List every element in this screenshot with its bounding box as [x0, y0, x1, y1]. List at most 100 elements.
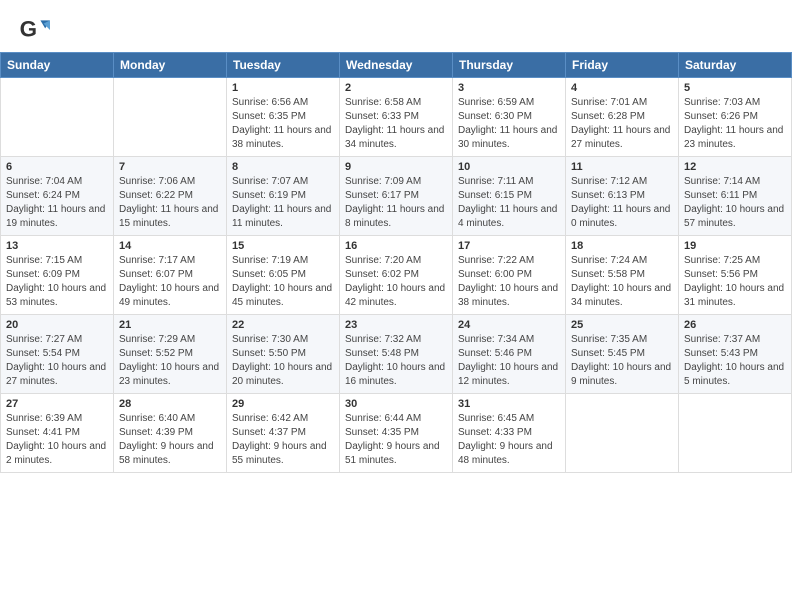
- calendar-day-cell: 30 Sunrise: 6:44 AM Sunset: 4:35 PM Dayli…: [340, 394, 453, 473]
- day-info: Sunrise: 7:01 AM Sunset: 6:28 PM Dayligh…: [571, 96, 673, 152]
- day-number: 13: [6, 240, 108, 252]
- weekday-header: Tuesday: [227, 53, 340, 78]
- day-info: Sunrise: 6:59 AM Sunset: 6:30 PM Dayligh…: [458, 96, 560, 152]
- day-number: 29: [232, 398, 334, 410]
- calendar-week-row: 20 Sunrise: 7:27 AM Sunset: 5:54 PM Dayli…: [1, 315, 792, 394]
- day-info: Sunrise: 7:30 AM Sunset: 5:50 PM Dayligh…: [232, 333, 334, 389]
- day-info: Sunrise: 6:42 AM Sunset: 4:37 PM Dayligh…: [232, 412, 334, 468]
- calendar-day-cell: 18 Sunrise: 7:24 AM Sunset: 5:58 PM Dayli…: [566, 236, 679, 315]
- day-info: Sunrise: 7:15 AM Sunset: 6:09 PM Dayligh…: [6, 254, 108, 310]
- day-info: Sunrise: 7:03 AM Sunset: 6:26 PM Dayligh…: [684, 96, 786, 152]
- day-number: 31: [458, 398, 560, 410]
- day-info: Sunrise: 6:40 AM Sunset: 4:39 PM Dayligh…: [119, 412, 221, 468]
- calendar-day-cell: 16 Sunrise: 7:20 AM Sunset: 6:02 PM Dayli…: [340, 236, 453, 315]
- day-info: Sunrise: 7:14 AM Sunset: 6:11 PM Dayligh…: [684, 175, 786, 231]
- calendar-day-cell: [114, 78, 227, 157]
- day-info: Sunrise: 6:45 AM Sunset: 4:33 PM Dayligh…: [458, 412, 560, 468]
- calendar-day-cell: 9 Sunrise: 7:09 AM Sunset: 6:17 PM Daylig…: [340, 157, 453, 236]
- calendar-day-cell: 17Sunrise: 7:22 AM Sunset: 6:00 PM Dayli…: [453, 236, 566, 315]
- day-info: Sunrise: 7:17 AM Sunset: 6:07 PM Dayligh…: [119, 254, 221, 310]
- day-number: 26: [684, 319, 786, 331]
- day-info: Sunrise: 7:29 AM Sunset: 5:52 PM Dayligh…: [119, 333, 221, 389]
- calendar-day-cell: [566, 394, 679, 473]
- day-number: 1: [232, 82, 334, 94]
- day-info: Sunrise: 7:20 AM Sunset: 6:02 PM Dayligh…: [345, 254, 447, 310]
- calendar-day-cell: 24 Sunrise: 7:34 AM Sunset: 5:46 PM Dayli…: [453, 315, 566, 394]
- weekday-header: Monday: [114, 53, 227, 78]
- calendar-week-row: 27Sunrise: 6:39 AM Sunset: 4:41 PM Dayli…: [1, 394, 792, 473]
- day-number: 12: [684, 161, 786, 173]
- calendar-day-cell: 22 Sunrise: 7:30 AM Sunset: 5:50 PM Dayli…: [227, 315, 340, 394]
- logo-icon: G: [18, 14, 50, 46]
- day-info: Sunrise: 7:12 AM Sunset: 6:13 PM Dayligh…: [571, 175, 673, 231]
- day-number: 4: [571, 82, 673, 94]
- day-number: 8: [232, 161, 334, 173]
- day-number: 17: [458, 240, 560, 252]
- calendar-day-cell: 8Sunrise: 7:07 AM Sunset: 6:19 PM Daylig…: [227, 157, 340, 236]
- day-info: Sunrise: 6:56 AM Sunset: 6:35 PM Dayligh…: [232, 96, 334, 152]
- day-info: Sunrise: 7:19 AM Sunset: 6:05 PM Dayligh…: [232, 254, 334, 310]
- day-number: 21: [119, 319, 221, 331]
- day-info: Sunrise: 7:09 AM Sunset: 6:17 PM Dayligh…: [345, 175, 447, 231]
- calendar-day-cell: 23 Sunrise: 7:32 AM Sunset: 5:48 PM Dayli…: [340, 315, 453, 394]
- day-number: 23: [345, 319, 447, 331]
- day-info: Sunrise: 7:32 AM Sunset: 5:48 PM Dayligh…: [345, 333, 447, 389]
- day-number: 18: [571, 240, 673, 252]
- logo: G: [18, 14, 54, 46]
- day-info: Sunrise: 7:11 AM Sunset: 6:15 PM Dayligh…: [458, 175, 560, 231]
- calendar-day-cell: 1 Sunrise: 6:56 AM Sunset: 6:35 PM Daylig…: [227, 78, 340, 157]
- calendar-day-cell: 13 Sunrise: 7:15 AM Sunset: 6:09 PM Dayli…: [1, 236, 114, 315]
- day-number: 9: [345, 161, 447, 173]
- weekday-header: Saturday: [679, 53, 792, 78]
- day-number: 30: [345, 398, 447, 410]
- calendar-day-cell: 3 Sunrise: 6:59 AM Sunset: 6:30 PM Daylig…: [453, 78, 566, 157]
- day-number: 19: [684, 240, 786, 252]
- day-info: Sunrise: 7:04 AM Sunset: 6:24 PM Dayligh…: [6, 175, 108, 231]
- calendar-table: SundayMondayTuesdayWednesdayThursdayFrid…: [0, 52, 792, 473]
- day-number: 25: [571, 319, 673, 331]
- day-number: 2: [345, 82, 447, 94]
- day-number: 6: [6, 161, 108, 173]
- day-number: 7: [119, 161, 221, 173]
- calendar-day-cell: 7 Sunrise: 7:06 AM Sunset: 6:22 PM Daylig…: [114, 157, 227, 236]
- svg-text:G: G: [20, 16, 37, 41]
- day-number: 10: [458, 161, 560, 173]
- weekday-header-row: SundayMondayTuesdayWednesdayThursdayFrid…: [1, 53, 792, 78]
- calendar-day-cell: 25Sunrise: 7:35 AM Sunset: 5:45 PM Dayli…: [566, 315, 679, 394]
- calendar-day-cell: 27Sunrise: 6:39 AM Sunset: 4:41 PM Dayli…: [1, 394, 114, 473]
- day-info: Sunrise: 6:44 AM Sunset: 4:35 PM Dayligh…: [345, 412, 447, 468]
- calendar-day-cell: 29 Sunrise: 6:42 AM Sunset: 4:37 PM Dayli…: [227, 394, 340, 473]
- day-number: 20: [6, 319, 108, 331]
- day-info: Sunrise: 7:06 AM Sunset: 6:22 PM Dayligh…: [119, 175, 221, 231]
- calendar-day-cell: 14Sunrise: 7:17 AM Sunset: 6:07 PM Dayli…: [114, 236, 227, 315]
- day-number: 27: [6, 398, 108, 410]
- day-info: Sunrise: 7:27 AM Sunset: 5:54 PM Dayligh…: [6, 333, 108, 389]
- weekday-header: Friday: [566, 53, 679, 78]
- day-info: Sunrise: 6:58 AM Sunset: 6:33 PM Dayligh…: [345, 96, 447, 152]
- day-info: Sunrise: 7:34 AM Sunset: 5:46 PM Dayligh…: [458, 333, 560, 389]
- day-info: Sunrise: 7:24 AM Sunset: 5:58 PM Dayligh…: [571, 254, 673, 310]
- calendar-day-cell: 6 Sunrise: 7:04 AM Sunset: 6:24 PM Daylig…: [1, 157, 114, 236]
- weekday-header: Wednesday: [340, 53, 453, 78]
- calendar-day-cell: 5Sunrise: 7:03 AM Sunset: 6:26 PM Daylig…: [679, 78, 792, 157]
- page-header: G: [0, 0, 792, 52]
- day-number: 15: [232, 240, 334, 252]
- day-number: 11: [571, 161, 673, 173]
- weekday-header: Thursday: [453, 53, 566, 78]
- calendar-day-cell: 19 Sunrise: 7:25 AM Sunset: 5:56 PM Dayli…: [679, 236, 792, 315]
- calendar-day-cell: [679, 394, 792, 473]
- calendar-day-cell: 28Sunrise: 6:40 AM Sunset: 4:39 PM Dayli…: [114, 394, 227, 473]
- calendar-week-row: 6 Sunrise: 7:04 AM Sunset: 6:24 PM Daylig…: [1, 157, 792, 236]
- day-info: Sunrise: 7:25 AM Sunset: 5:56 PM Dayligh…: [684, 254, 786, 310]
- day-number: 3: [458, 82, 560, 94]
- calendar-day-cell: 2 Sunrise: 6:58 AM Sunset: 6:33 PM Daylig…: [340, 78, 453, 157]
- calendar-week-row: 1 Sunrise: 6:56 AM Sunset: 6:35 PM Daylig…: [1, 78, 792, 157]
- day-number: 16: [345, 240, 447, 252]
- calendar-day-cell: 21 Sunrise: 7:29 AM Sunset: 5:52 PM Dayli…: [114, 315, 227, 394]
- calendar-day-cell: 12 Sunrise: 7:14 AM Sunset: 6:11 PM Dayli…: [679, 157, 792, 236]
- calendar-day-cell: 11 Sunrise: 7:12 AM Sunset: 6:13 PM Dayli…: [566, 157, 679, 236]
- day-number: 22: [232, 319, 334, 331]
- day-number: 24: [458, 319, 560, 331]
- calendar-day-cell: 15 Sunrise: 7:19 AM Sunset: 6:05 PM Dayli…: [227, 236, 340, 315]
- day-info: Sunrise: 7:37 AM Sunset: 5:43 PM Dayligh…: [684, 333, 786, 389]
